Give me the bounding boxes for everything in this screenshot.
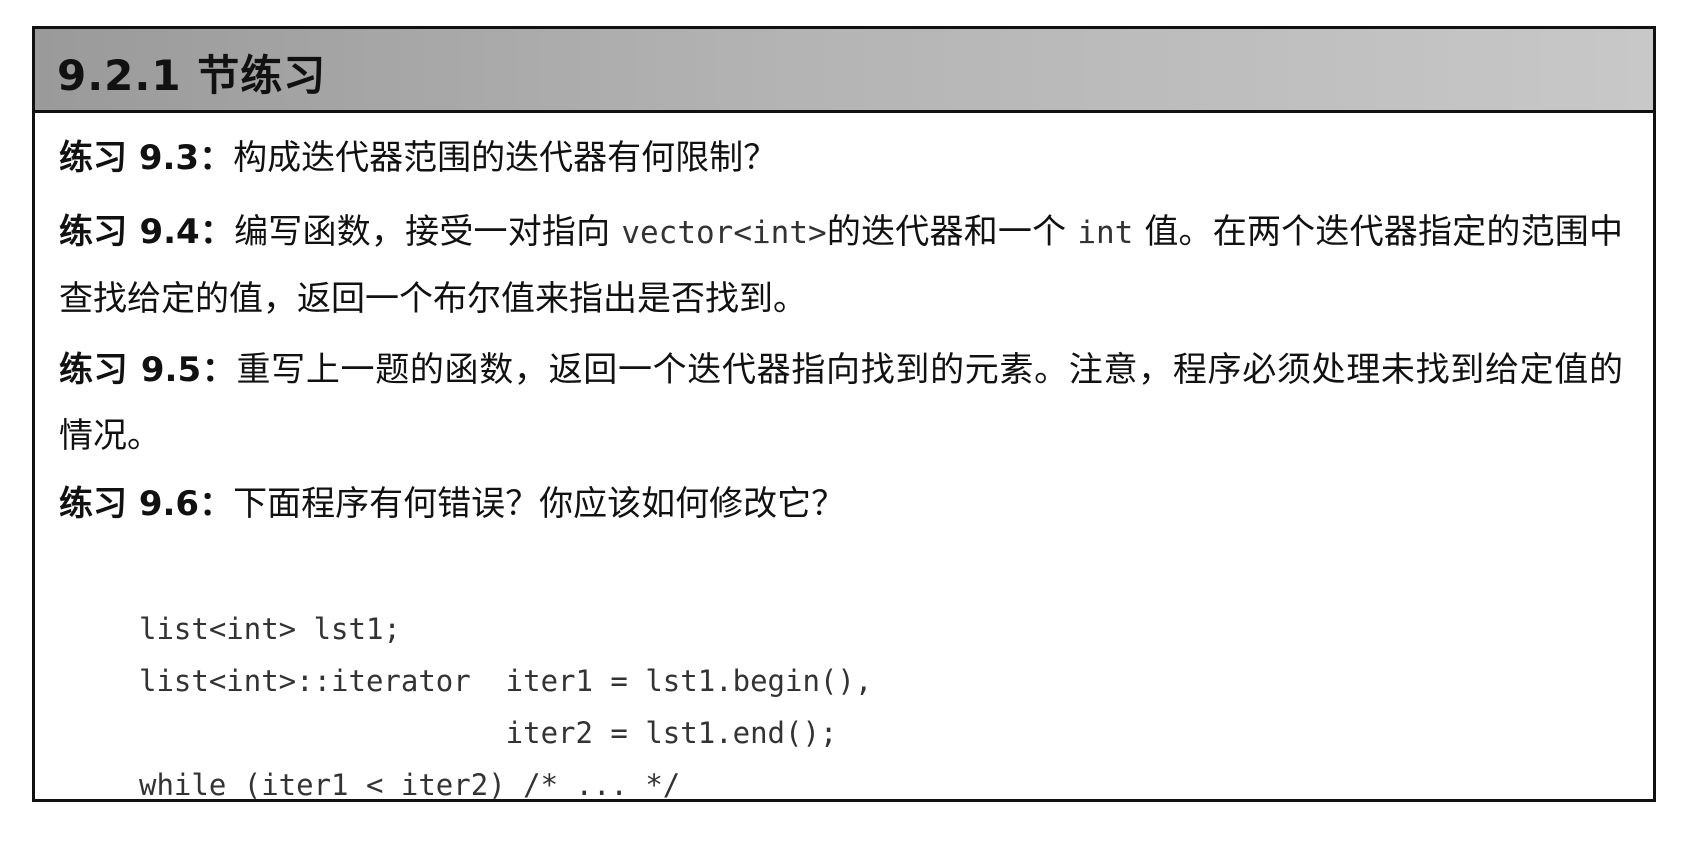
exercise-text: 编写函数，接受一对指向 (234, 212, 622, 252)
exercise-9-3: 练习 9.3：构成迭代器范围的迭代器有何限制？ (59, 125, 1623, 191)
exercise-label: 练习 9.3： (59, 138, 234, 178)
exercise-label: 练习 9.4： (59, 212, 235, 252)
exercise-text: 下面程序有何错误？你应该如何修改它？ (233, 484, 846, 524)
exercise-text: 构成迭代器范围的迭代器有何限制？ (233, 138, 778, 178)
section-header: 9.2.1 节练习 (35, 29, 1653, 113)
code-line: list<int> lst1; (139, 612, 401, 646)
section-title: 9.2.1 节练习 (57, 51, 327, 100)
exercise-box: 9.2.1 节练习 练习 9.3：构成迭代器范围的迭代器有何限制？ 练习 9.4… (32, 26, 1656, 802)
exercise-label: 练习 9.5： (59, 350, 237, 390)
code-block: list<int> lst1;list<int>::iterator iter1… (139, 603, 872, 811)
code-line: while (iter1 < iter2) /* ... */ (139, 768, 681, 802)
code-line: iter2 = lst1.end(); (139, 716, 838, 750)
exercise-9-5: 练习 9.5：重写上一题的函数，返回一个迭代器指向找到的元素。注意，程序必须处理… (59, 337, 1623, 469)
exercise-label: 练习 9.6： (59, 484, 234, 524)
code-line: list<int>::iterator iter1 = lst1.begin()… (139, 664, 873, 698)
inline-code-vector: vector<int> (621, 215, 827, 251)
exercise-text: 重写上一题的函数，返回一个迭代器指向找到的元素。注意，程序必须处理未找到给定值的… (59, 350, 1623, 456)
exercise-9-6: 练习 9.6：下面程序有何错误？你应该如何修改它？ (59, 471, 1623, 537)
exercise-9-4: 练习 9.4：编写函数，接受一对指向 vector<int>的迭代器和一个 in… (59, 199, 1623, 332)
inline-code-int: int (1077, 215, 1134, 251)
exercise-text: 的迭代器和一个 (826, 212, 1078, 252)
